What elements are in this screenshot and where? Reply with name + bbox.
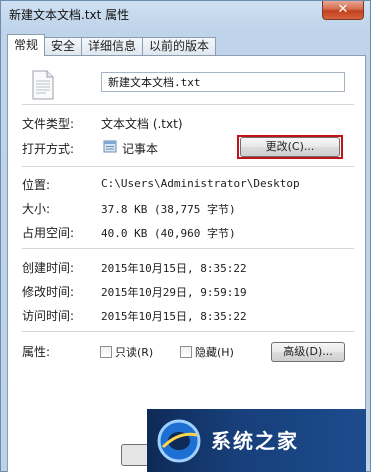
location-value: C:\Users\Administrator\Desktop	[101, 177, 300, 190]
accessed-label: 访问时间:	[22, 309, 75, 323]
tab-details[interactable]: 详细信息	[81, 37, 144, 56]
readonly-label[interactable]: 只读(R)	[115, 344, 153, 360]
hidden-checkbox[interactable]	[180, 346, 192, 358]
open-with-value: 记事本	[122, 142, 159, 156]
system-home-logo-icon	[157, 419, 201, 463]
change-button[interactable]: 更改(C)...	[240, 137, 340, 157]
size-label: 大小:	[22, 202, 51, 216]
modified-label: 修改时间:	[22, 285, 75, 299]
watermark-text: 系统之家	[211, 429, 299, 453]
disk-size-label: 占用空间:	[22, 226, 75, 240]
modified-value: 2015年10月29日, 9:59:19	[101, 286, 247, 299]
title-bar[interactable]: 新建文本文档.txt 属性 ✕	[1, 1, 370, 29]
open-with-label: 打开方式:	[22, 142, 75, 156]
attributes-label: 属性:	[22, 345, 51, 359]
created-label: 创建时间:	[22, 261, 75, 275]
tab-previous-versions[interactable]: 以前的版本	[142, 37, 217, 56]
accessed-value: 2015年10月15日, 8:35:22	[101, 310, 247, 323]
divider	[22, 166, 354, 167]
tab-security[interactable]: 安全	[44, 37, 83, 56]
file-type-label: 文件类型:	[22, 117, 75, 131]
file-type-value: 文本文档 (.txt)	[101, 117, 183, 131]
tab-general[interactable]: 常规	[7, 34, 46, 56]
divider	[22, 104, 354, 105]
window-title: 新建文本文档.txt 属性	[9, 8, 130, 22]
watermark-banner: 系统之家	[147, 409, 366, 472]
location-label: 位置:	[22, 178, 51, 192]
tab-strip: 常规 安全 详细信息 以前的版本	[7, 34, 217, 56]
notepad-icon	[103, 140, 117, 153]
hidden-label[interactable]: 隐藏(H)	[195, 344, 234, 360]
divider	[22, 331, 354, 332]
file-name-field[interactable]	[101, 72, 345, 92]
size-value: 37.8 KB (38,775 字节)	[101, 203, 236, 216]
close-button[interactable]: ✕	[322, 1, 364, 20]
advanced-button[interactable]: 高级(D)...	[271, 342, 345, 362]
created-value: 2015年10月15日, 8:35:22	[101, 262, 247, 275]
text-file-icon	[32, 70, 54, 100]
disk-size-value: 40.0 KB (40,960 字节)	[101, 227, 236, 240]
readonly-checkbox[interactable]	[100, 346, 112, 358]
properties-window: 新建文本文档.txt 属性 ✕ 常规 安全 详细信息 以前的版本 文件类型: 文…	[0, 0, 371, 472]
divider	[22, 248, 354, 249]
